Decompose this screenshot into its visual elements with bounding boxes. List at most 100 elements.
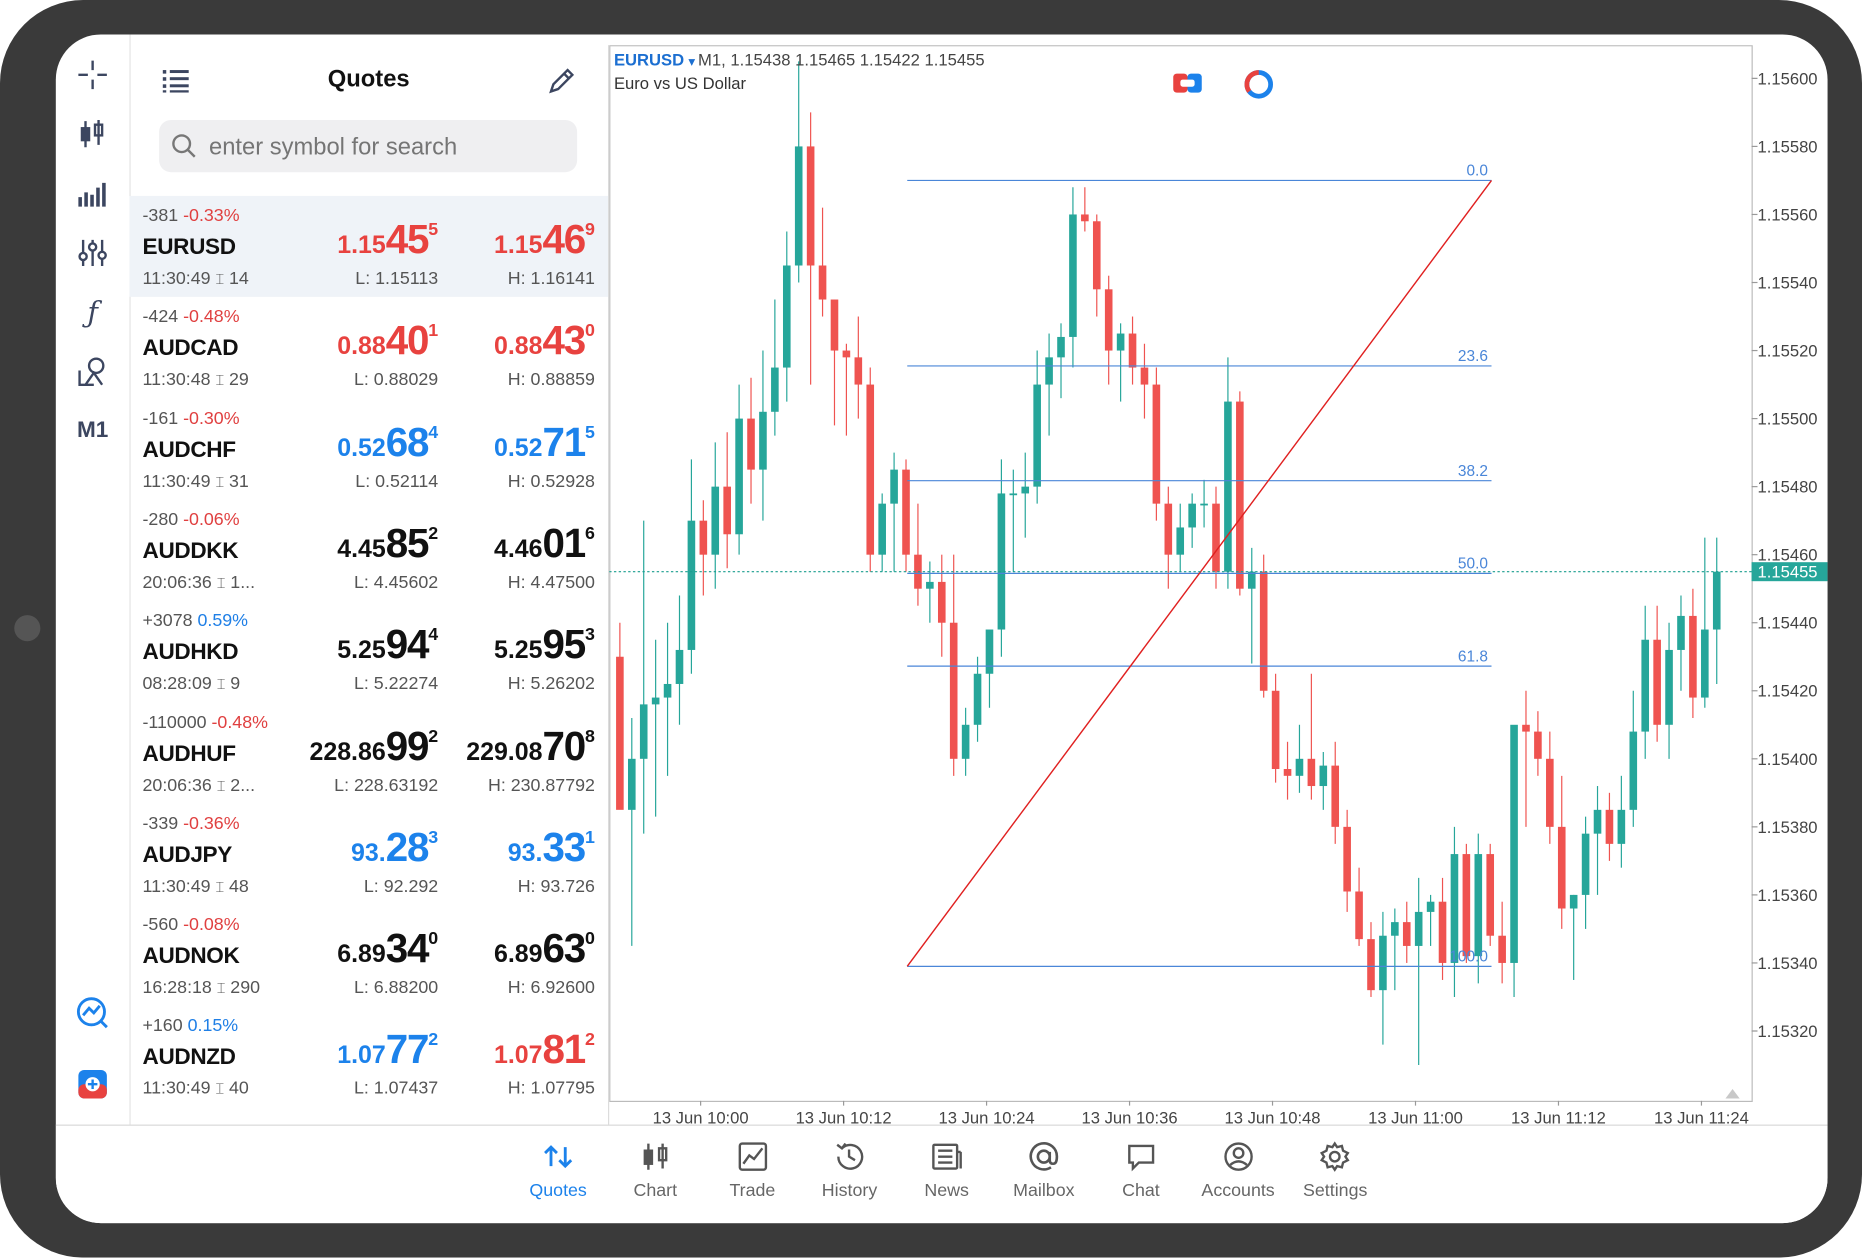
chart-symbol[interactable]: EURUSD [614,50,684,69]
x-tick-label: 13 Jun 11:24 [1654,1108,1749,1124]
price-pips: 70 [542,723,586,769]
quote-row-auddkk[interactable]: -280 -0.06% AUDDKK 20:06:36 ⌶ 1... 4.45852 4… [129,500,608,601]
quote-row-audnok[interactable]: -560 -0.08% AUDNOK 16:28:18 ⌶ 290 6.89340 6.… [129,905,608,1006]
price-pips: 71 [542,419,586,466]
candle-body [1689,615,1697,698]
ask-price: 4.46016 [441,521,595,567]
quote-row-audhkd[interactable]: +3078 0.59% AUDHKD 08:28:09 ⌶ 9 5.25944 5.25… [129,601,608,702]
candle-body [1104,289,1113,351]
candle-body [1057,336,1065,358]
candle-body [1605,809,1614,844]
candle-body [723,486,731,535]
quote-time: 11:30:49 ⌶ 14 [143,268,249,288]
candle-body [1391,922,1399,936]
price-pips: 28 [385,825,430,871]
price-fraction: 9 [585,219,595,240]
quote-symbol: EURUSD [142,235,237,261]
nav-chat[interactable]: Chat [1093,1126,1188,1209]
chart-description: Euro vs US Dollar [613,73,747,93]
nav-mailbox[interactable]: Mailbox [996,1126,1091,1209]
candle-body [675,649,684,684]
x-tick-label: 13 Jun 11:00 [1368,1108,1463,1124]
bid-price: 4.45852 [284,521,438,567]
x-tick-label: 13 Jun 10:24 [939,1108,1035,1124]
one-click-trading-icon[interactable] [76,1068,109,1101]
quote-row-audcad[interactable]: -424 -0.48% AUDCAD 11:30:48 ⌶ 29 0.88401 0.8… [129,297,608,398]
y-tick-label: 1.15440 [1758,614,1818,633]
chart-analytics-icon[interactable] [76,996,109,1029]
quote-high: H: 4.47500 [507,572,595,593]
crosshair-icon[interactable] [76,58,109,91]
chevron-down-icon[interactable]: ▾ [689,56,698,69]
change-points: -339 [142,813,179,834]
candle-body [902,469,910,555]
candle-body [1021,486,1030,494]
candle-body [1045,357,1053,385]
time-value: 08:28:09 [142,673,212,694]
spread-icon: ⌶ [216,979,226,997]
objects-icon[interactable] [76,355,109,388]
candle-body [926,581,934,589]
nav-news[interactable]: News [899,1126,994,1209]
camera [14,615,41,642]
ask-price: 0.88430 [441,319,595,365]
candle-body [687,520,696,650]
settings-sliders-icon[interactable] [76,236,109,269]
price-chart[interactable]: 1.15600 1.15580 1.15560 1.15540 1.15520 1.155… [609,45,1828,1125]
bid-price: 1.07772 [284,1028,438,1074]
quote-row-audhuf[interactable]: -110000 -0.48% AUDHUF 20:06:36 ⌶ 2... 228.8… [129,702,608,803]
quote-high: H: 93.726 [517,876,595,897]
history-icon [836,1142,864,1170]
candle-body [711,486,720,555]
nav-label: Mailbox [1013,1180,1075,1201]
price-fraction: 5 [585,422,595,443]
chat-icon [1127,1144,1155,1172]
nav-quotes[interactable]: Quotes [511,1126,606,1209]
nav-trade[interactable]: Trade [705,1126,800,1209]
quote-change: -381 -0.33% [143,205,240,225]
timeframe-button[interactable]: M1 [76,414,109,447]
candle-body [1152,384,1161,504]
nav-history[interactable]: History [802,1126,897,1209]
nav-accounts[interactable]: Accounts [1191,1126,1286,1209]
ask-price: 5.25953 [441,622,595,668]
bottom-navigation: Quotes Chart Trade History News Mailbox Chat Ac… [55,1124,1828,1224]
quote-time: 20:06:36 ⌶ 1... [143,572,256,592]
quote-symbol: AUDCHF [142,437,236,463]
price-pips: 34 [385,926,430,972]
candle-body [1629,731,1638,810]
candle-body [747,418,755,470]
candle-body [1128,333,1137,368]
quote-row-eurusd[interactable]: -381 -0.33% EURUSD 11:30:49 ⌶ 14 1.15455 1.1… [129,195,608,297]
current-price-label: 1.15455 [1758,563,1818,582]
nav-settings[interactable]: Settings [1288,1126,1383,1209]
candle-body [1307,758,1316,787]
quote-row-audnzd[interactable]: +160 0.15% AUDNZD 11:30:49 ⌶ 40 1.07772 1.07… [129,1006,608,1107]
quotes-header: Quotes [129,45,608,112]
spread-value: 40 [228,1078,249,1099]
function-icon[interactable]: ƒ [76,296,109,329]
candle-body [830,299,839,351]
price-fraction: 4 [428,624,439,646]
indicators-icon[interactable] [76,177,109,210]
candle-body [1701,629,1709,698]
time-value: 11:30:49 [142,470,211,492]
quote-change: -110000 -0.48% [143,712,268,732]
candlestick-icon[interactable] [76,118,109,151]
quote-symbol: AUDDKK [142,538,239,564]
quote-row-audchf[interactable]: -161 -0.30% AUDCHF 11:30:49 ⌶ 31 0.52684 0.5… [129,399,608,500]
search-input[interactable] [206,127,568,168]
nav-chart[interactable]: Chart [608,1126,703,1209]
price-pips: 46 [542,217,586,263]
quote-change: +160 0.15% [143,1016,239,1036]
quote-row-audjpy[interactable]: -339 -0.36% AUDJPY 11:30:49 ⌶ 48 93.283 93.3… [129,804,608,905]
price-major: 4.46 [493,535,543,563]
candle-body [937,581,946,623]
chart-area[interactable]: 1.15600 1.15580 1.15560 1.15540 1.15520 1.155… [609,45,1828,1125]
spread-icon: ⌶ [215,372,225,389]
chart-header: EURUSD ▾ M1, 1.15438 1.15465 1.15422 1.1… [614,50,985,69]
candle-body [1379,935,1387,991]
change-points: -424 [142,306,179,327]
price-fraction: 0 [585,928,595,949]
edit-icon[interactable] [547,67,576,101]
